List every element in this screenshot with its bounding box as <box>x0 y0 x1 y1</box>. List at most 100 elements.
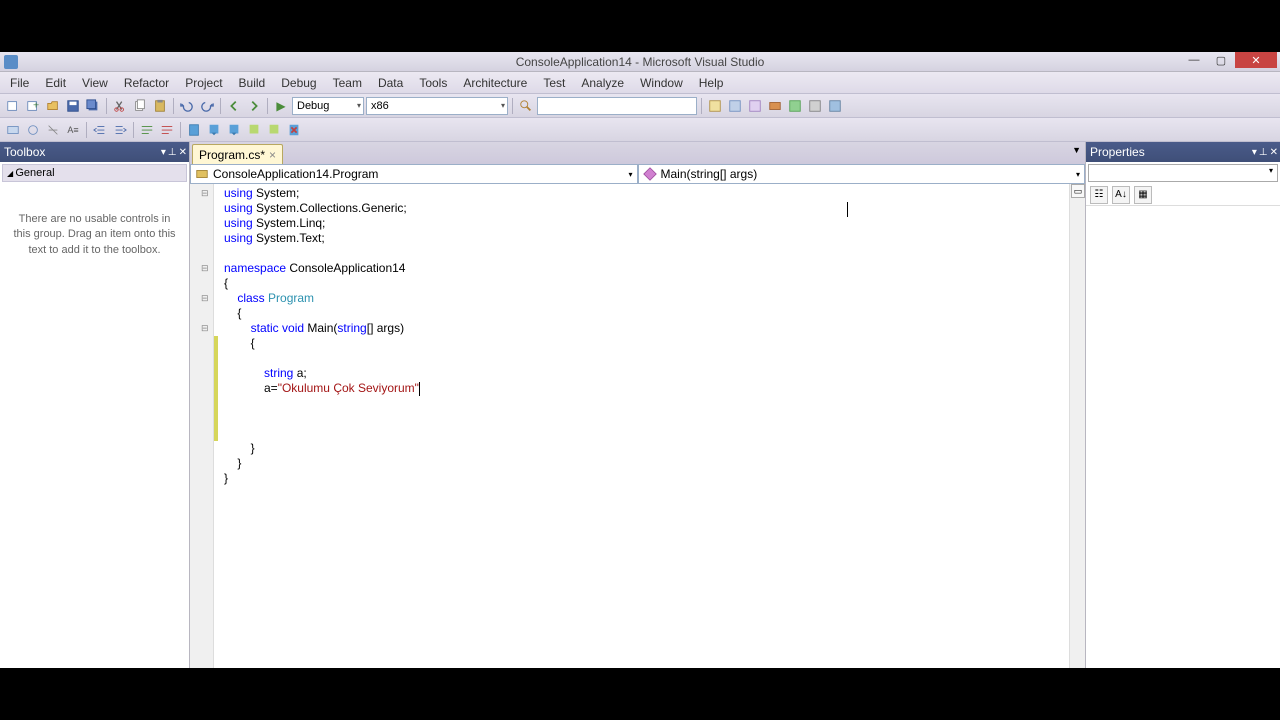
maximize-button[interactable]: ▢ <box>1208 52 1234 68</box>
property-pages-button[interactable]: ▦ <box>1134 186 1152 204</box>
redo-button[interactable] <box>198 97 216 115</box>
tabs-overflow-icon[interactable]: ▼ <box>1072 145 1081 155</box>
class-icon <box>195 167 209 181</box>
member-nav-label: Main(string[] args) <box>661 167 758 181</box>
comment-button[interactable] <box>138 121 156 139</box>
document-tabs: Program.cs* × ▼ <box>190 142 1085 164</box>
menu-help[interactable]: Help <box>691 73 732 93</box>
menu-refactor[interactable]: Refactor <box>116 73 177 93</box>
toolbox-group-general[interactable]: General <box>2 164 187 182</box>
toolbox-body: General There are no usable controls in … <box>0 162 189 668</box>
new-project-button[interactable] <box>4 97 22 115</box>
minimize-button[interactable]: — <box>1181 52 1207 68</box>
tab-program-cs[interactable]: Program.cs* × <box>192 144 283 164</box>
find-in-files-button[interactable] <box>517 97 535 115</box>
alphabetical-button[interactable]: A↓ <box>1112 186 1130 204</box>
prev-bookmark-folder-button[interactable] <box>245 121 263 139</box>
display-param-button[interactable] <box>24 121 42 139</box>
properties-pin-icon[interactable]: ⊥ <box>1259 147 1268 158</box>
menu-analyze[interactable]: Analyze <box>573 73 632 93</box>
app-window: ConsoleApplication14 - Microsoft Visual … <box>0 52 1280 668</box>
menu-project[interactable]: Project <box>177 73 230 93</box>
tab-close-icon[interactable]: × <box>269 148 276 162</box>
toolbox-dropdown-icon[interactable]: ▾ <box>161 147 166 158</box>
cut-button[interactable] <box>111 97 129 115</box>
text-caret <box>419 382 420 396</box>
properties-object-dropdown[interactable] <box>1088 164 1278 182</box>
menu-architecture[interactable]: Architecture <box>455 73 535 93</box>
menu-data[interactable]: Data <box>370 73 411 93</box>
uncomment-button[interactable] <box>158 121 176 139</box>
menu-view[interactable]: View <box>74 73 116 93</box>
close-button[interactable]: ✕ <box>1235 52 1277 68</box>
solution-explorer-button[interactable] <box>706 97 724 115</box>
quick-find-input[interactable] <box>537 97 697 115</box>
editor-area: Program.cs* × ▼ ConsoleApplication14.Pro… <box>190 142 1085 668</box>
menu-file[interactable]: File <box>2 73 37 93</box>
paste-button[interactable] <box>151 97 169 115</box>
outline-toggle-icon[interactable]: ⊟ <box>201 186 209 201</box>
prev-bookmark-button[interactable] <box>205 121 223 139</box>
menu-tools[interactable]: Tools <box>411 73 455 93</box>
save-button[interactable] <box>64 97 82 115</box>
navigate-forward-button[interactable] <box>245 97 263 115</box>
properties-title: Properties <box>1090 145 1145 159</box>
add-item-button[interactable]: + <box>24 97 42 115</box>
properties-body: ☷ A↓ ▦ <box>1086 162 1280 668</box>
display-word-completion-button[interactable]: A≡ <box>64 121 82 139</box>
platform-dropdown[interactable]: x86 <box>366 97 508 115</box>
decrease-indent-button[interactable] <box>91 121 109 139</box>
member-nav-dropdown[interactable]: Main(string[] args) <box>638 164 1086 184</box>
start-page-button[interactable] <box>786 97 804 115</box>
menu-edit[interactable]: Edit <box>37 73 74 93</box>
menu-window[interactable]: Window <box>632 73 691 93</box>
next-bookmark-folder-button[interactable] <box>265 121 283 139</box>
increase-indent-button[interactable] <box>111 121 129 139</box>
clear-bookmarks-button[interactable] <box>285 121 303 139</box>
menu-debug[interactable]: Debug <box>273 73 324 93</box>
toolbox-close-icon[interactable]: ✕ <box>179 147 187 158</box>
svg-text:+: + <box>33 99 39 111</box>
outline-toggle-icon[interactable]: ⊟ <box>201 261 209 276</box>
toolbox-header[interactable]: Toolbox ▾ ⊥ ✕ <box>0 142 189 162</box>
main-area: Toolbox ▾ ⊥ ✕ General There are no usabl… <box>0 142 1280 668</box>
config-dropdown[interactable]: Debug <box>292 97 364 115</box>
code-editor[interactable]: ⊟ ⊟ ⊟ ⊟ using System; using System.Colle… <box>190 184 1085 668</box>
menu-build[interactable]: Build <box>231 73 274 93</box>
other-windows-button[interactable] <box>826 97 844 115</box>
open-button[interactable] <box>44 97 62 115</box>
outline-toggle-icon[interactable]: ⊟ <box>201 321 209 336</box>
outline-gutter: ⊟ ⊟ ⊟ ⊟ <box>190 184 214 668</box>
properties-close-icon[interactable]: ✕ <box>1270 147 1278 158</box>
menubar: File Edit View Refactor Project Build De… <box>0 72 1280 94</box>
toolbox-button[interactable] <box>766 97 784 115</box>
code-content[interactable]: using System; using System.Collections.G… <box>218 184 1069 668</box>
navigate-back-button[interactable] <box>225 97 243 115</box>
split-handle[interactable]: ▭ <box>1071 184 1085 198</box>
class-nav-dropdown[interactable]: ConsoleApplication14.Program <box>190 164 638 184</box>
bookmark-button[interactable] <box>185 121 203 139</box>
categorized-button[interactable]: ☷ <box>1090 186 1108 204</box>
properties-dropdown-icon[interactable]: ▾ <box>1252 147 1257 158</box>
properties-header[interactable]: Properties ▾ ⊥ ✕ <box>1086 142 1280 162</box>
toolbox-pin-icon[interactable]: ⊥ <box>168 147 177 158</box>
menu-team[interactable]: Team <box>325 73 370 93</box>
properties-window-button[interactable] <box>726 97 744 115</box>
display-object-button[interactable] <box>4 121 22 139</box>
next-bookmark-button[interactable] <box>225 121 243 139</box>
undo-button[interactable] <box>178 97 196 115</box>
object-browser-button[interactable] <box>746 97 764 115</box>
toolbar-text-editor: A≡ <box>0 118 1280 142</box>
method-icon <box>643 167 657 181</box>
save-all-button[interactable] <box>84 97 102 115</box>
display-quick-info-button[interactable] <box>44 121 62 139</box>
toolbox-empty-text: There are no usable controls in this gro… <box>2 182 187 288</box>
start-debug-button[interactable]: ▶ <box>272 97 290 115</box>
copy-button[interactable] <box>131 97 149 115</box>
tab-label: Program.cs* <box>199 148 265 162</box>
outline-toggle-icon[interactable]: ⊟ <box>201 291 209 306</box>
vertical-scrollbar[interactable]: ▭ <box>1069 184 1085 668</box>
properties-toolbar: ☷ A↓ ▦ <box>1086 184 1280 206</box>
menu-test[interactable]: Test <box>535 73 573 93</box>
extension-manager-button[interactable] <box>806 97 824 115</box>
